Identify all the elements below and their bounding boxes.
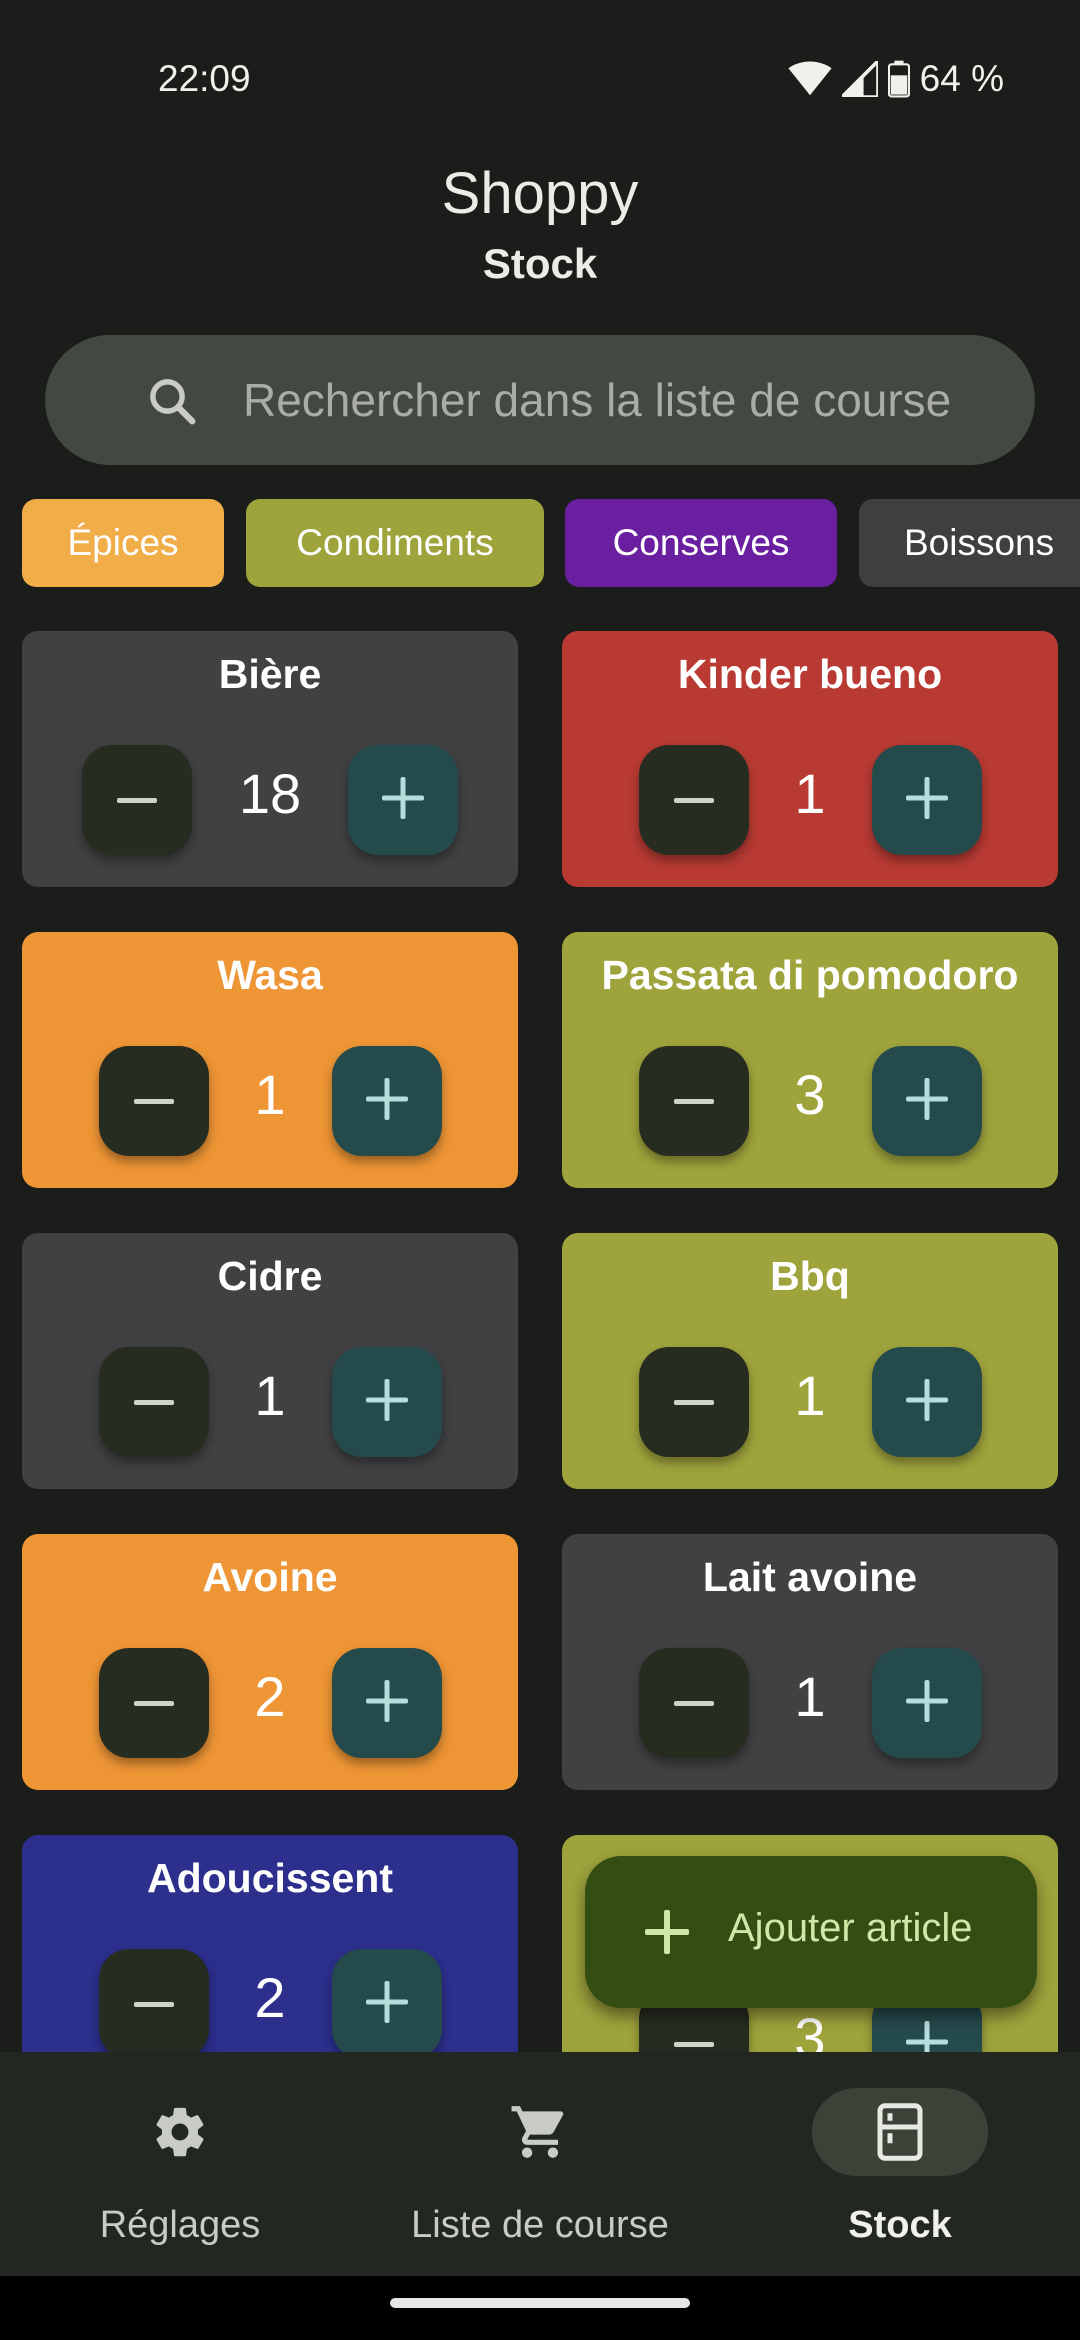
decrement-button[interactable]: [639, 1347, 749, 1457]
item-name: Adoucissent: [146, 1855, 394, 1901]
plus-icon: [366, 1980, 408, 2028]
item-quantity: 1: [254, 1364, 286, 1427]
minus-icon: [674, 791, 714, 809]
increment-button[interactable]: [332, 1347, 442, 1457]
stock-item-card[interactable]: Passata di pomodoro 3: [562, 932, 1058, 1188]
cart-icon: [480, 2088, 600, 2176]
plus-icon: [639, 1904, 695, 1960]
minus-icon: [674, 1393, 714, 1411]
increment-button[interactable]: [332, 1046, 442, 1156]
plus-icon: [366, 1679, 408, 1727]
minus-icon: [134, 1393, 174, 1411]
item-name: Wasa: [217, 952, 323, 998]
increment-button[interactable]: [872, 745, 982, 855]
item-quantity: 18: [238, 762, 302, 825]
bottom-navigation: Réglages Liste de course Stock: [0, 2052, 1080, 2276]
stock-item-card[interactable]: Wasa 1: [22, 932, 518, 1188]
increment-button[interactable]: [872, 1347, 982, 1457]
item-quantity: 1: [794, 1364, 826, 1427]
plus-icon: [382, 776, 424, 824]
stock-item-card[interactable]: Cidre 1: [22, 1233, 518, 1489]
home-gesture-handle[interactable]: [390, 2298, 690, 2308]
minus-icon: [674, 1694, 714, 1712]
nav-label: Stock: [848, 2204, 952, 2246]
plus-icon: [906, 1077, 948, 1125]
plus-icon: [906, 776, 948, 824]
item-quantity: 1: [254, 1063, 286, 1126]
gear-icon: [120, 2088, 240, 2176]
item-quantity: 2: [254, 1966, 286, 2029]
nav-item-settings[interactable]: Réglages: [0, 2052, 360, 2276]
add-article-button[interactable]: Ajouter article: [585, 1856, 1037, 2008]
plus-icon: [906, 2020, 948, 2052]
fridge-icon: [812, 2088, 988, 2176]
nav-label: Liste de course: [411, 2204, 669, 2246]
plus-icon: [906, 1679, 948, 1727]
decrement-button[interactable]: [639, 1648, 749, 1758]
item-quantity: 1: [794, 762, 826, 825]
increment-button[interactable]: [332, 1949, 442, 2052]
minus-icon: [134, 1092, 174, 1110]
item-quantity: 3: [794, 1063, 826, 1126]
item-name: Lait avoine: [702, 1554, 918, 1600]
decrement-button[interactable]: [99, 1648, 209, 1758]
nav-item-stock[interactable]: Stock: [720, 2052, 1080, 2276]
stock-items-grid: Bière 18 Kinder bueno 1 Wasa 1 Passata d…: [0, 0, 1080, 2052]
stock-item-card[interactable]: Kinder bueno 1: [562, 631, 1058, 887]
decrement-button[interactable]: [99, 1046, 209, 1156]
plus-icon: [366, 1378, 408, 1426]
item-name: Bbq: [770, 1253, 850, 1299]
minus-icon: [117, 791, 157, 809]
item-quantity: 2: [254, 1665, 286, 1728]
plus-icon: [906, 1378, 948, 1426]
item-name: Bière: [218, 651, 322, 697]
item-quantity: 1: [794, 1665, 826, 1728]
decrement-button[interactable]: [99, 1347, 209, 1457]
increment-button[interactable]: [872, 1046, 982, 1156]
item-quantity: 3: [794, 2006, 826, 2052]
stock-item-card[interactable]: Avoine 2: [22, 1534, 518, 1790]
nav-item-shopping-list[interactable]: Liste de course: [360, 2052, 720, 2276]
increment-button[interactable]: [332, 1648, 442, 1758]
plus-icon: [366, 1077, 408, 1125]
stock-item-card[interactable]: Lait avoine 1: [562, 1534, 1058, 1790]
item-name: Kinder bueno: [677, 651, 943, 697]
item-name: Cidre: [217, 1253, 323, 1299]
add-article-label: Ajouter article: [728, 1906, 973, 1950]
stock-item-card[interactable]: Bière 18: [22, 631, 518, 887]
gesture-navigation-bar: [0, 2276, 1080, 2340]
decrement-button[interactable]: [639, 1046, 749, 1156]
decrement-button[interactable]: [99, 1949, 209, 2052]
decrement-button[interactable]: [82, 745, 192, 855]
item-name: Passata di pomodoro: [601, 952, 1019, 998]
nav-label: Réglages: [99, 2204, 261, 2246]
stock-item-card[interactable]: Adoucissent 2: [22, 1835, 518, 2052]
minus-icon: [134, 1694, 174, 1712]
minus-icon: [134, 1995, 174, 2013]
increment-button[interactable]: [348, 745, 458, 855]
minus-icon: [674, 2035, 714, 2052]
increment-button[interactable]: [872, 1648, 982, 1758]
item-name: Avoine: [202, 1554, 338, 1600]
minus-icon: [674, 1092, 714, 1110]
stock-item-card[interactable]: Bbq 1: [562, 1233, 1058, 1489]
decrement-button[interactable]: [639, 745, 749, 855]
